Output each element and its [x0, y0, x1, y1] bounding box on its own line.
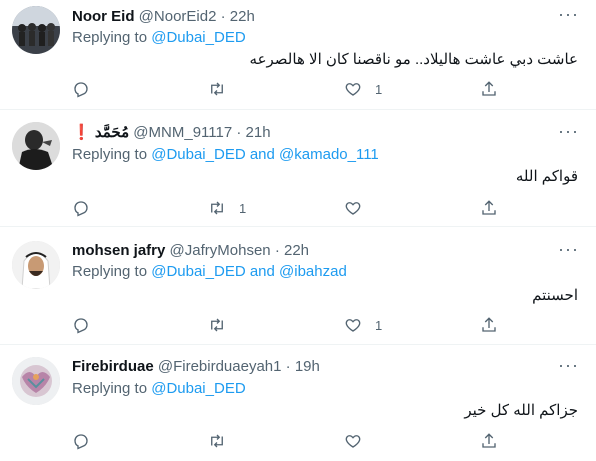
timestamp[interactable]: 19h [295, 358, 320, 375]
reply-button[interactable] [72, 431, 103, 451]
separator: · [285, 358, 291, 375]
tweet-text: قواكم الله [515, 168, 578, 185]
tweet-header: Noor Eid @NoorEid2 · 22h [72, 7, 255, 27]
share-icon [482, 317, 496, 332]
display-name[interactable]: mohsen jafry [72, 242, 165, 259]
retweet-button[interactable]: 1 [208, 198, 246, 218]
action-bar: 1 [72, 315, 512, 335]
tweet-header: ❗ مُحَمَّد @MNM_91117 · 21h [72, 123, 271, 143]
user-handle[interactable]: @NoorEid2 [139, 8, 217, 25]
heart-icon [345, 319, 361, 332]
reply-button[interactable] [72, 315, 103, 335]
mention-link[interactable]: @kamado_111 [279, 146, 379, 163]
retweet-count: 1 [239, 200, 247, 216]
action-bar: 1 [72, 198, 512, 218]
share-button[interactable] [480, 79, 498, 99]
reply-icon [74, 201, 88, 217]
tweet[interactable]: mohsen jafry @JafryMohsen · 22h ··· Repl… [0, 227, 596, 345]
retweet-icon [211, 318, 223, 332]
replying-to-label: Replying to [72, 146, 148, 163]
user-handle[interactable]: @Firebirduaeyah1 [158, 358, 282, 375]
timestamp[interactable]: 22h [230, 8, 255, 25]
separator: · [220, 8, 226, 25]
retweet-icon [211, 201, 223, 215]
share-button[interactable] [480, 315, 498, 335]
and-label: and [249, 146, 275, 163]
display-name[interactable]: Firebirduae [72, 358, 154, 375]
replying-to: Replying to @Dubai_DED [72, 28, 246, 48]
more-dots-icon[interactable]: ··· [558, 122, 578, 145]
avatar[interactable] [12, 6, 60, 54]
replying-to: Replying to @Dubai_DED and @ibahzad [72, 262, 347, 282]
tweet[interactable]: Firebirduae @Firebirduaeyah1 · 19h ··· R… [0, 345, 596, 461]
replying-to-label: Replying to [72, 380, 148, 397]
user-handle[interactable]: @MNM_91117 [133, 124, 232, 141]
reply-icon [74, 82, 88, 98]
replying-to-label: Replying to [72, 29, 148, 46]
retweet-button[interactable] [208, 431, 239, 451]
display-name[interactable]: ❗ مُحَمَّد [72, 124, 129, 141]
tweet-text: عاشت دبي عاشت هاليلاد.. مو ناقصنا كان ال… [249, 51, 578, 68]
separator: · [236, 124, 242, 141]
more-dots-icon[interactable]: ··· [558, 5, 578, 28]
retweet-icon [211, 82, 223, 96]
more-dots-icon[interactable]: ··· [558, 356, 578, 379]
heart-icon [345, 435, 361, 448]
replying-to: Replying to @Dubai_DED [72, 379, 246, 399]
user-handle[interactable]: @JafryMohsen [170, 242, 271, 259]
share-button[interactable] [480, 198, 498, 218]
and-label: and [249, 263, 275, 280]
display-name[interactable]: Noor Eid [72, 8, 135, 25]
avatar[interactable] [12, 122, 60, 170]
share-icon [482, 433, 496, 448]
mention-link[interactable]: @ibahzad [279, 263, 347, 280]
tweet[interactable]: Noor Eid @NoorEid2 · 22h ··· Replying to… [0, 0, 596, 110]
mention-link[interactable]: @Dubai_DED [151, 263, 245, 280]
like-button[interactable]: 1 [344, 315, 382, 335]
reply-button[interactable] [72, 79, 103, 99]
tweet-header: Firebirduae @Firebirduaeyah1 · 19h [72, 357, 320, 377]
share-icon [482, 200, 496, 215]
heart-icon [345, 202, 361, 215]
reply-button[interactable] [72, 198, 103, 218]
like-button[interactable] [344, 198, 375, 218]
mention-link[interactable]: @Dubai_DED [151, 146, 245, 163]
timestamp[interactable]: 22h [284, 242, 309, 259]
like-count: 1 [375, 317, 383, 333]
retweet-button[interactable] [208, 315, 239, 335]
share-icon [482, 81, 496, 96]
like-button[interactable] [344, 431, 375, 451]
share-button[interactable] [480, 431, 498, 451]
like-count: 1 [375, 81, 383, 97]
avatar[interactable] [12, 241, 60, 289]
retweet-button[interactable] [208, 79, 239, 99]
more-dots-icon[interactable]: ··· [558, 240, 578, 263]
retweet-icon [211, 434, 223, 448]
mention-link[interactable]: @Dubai_DED [151, 380, 245, 397]
tweet-header: mohsen jafry @JafryMohsen · 22h [72, 241, 309, 261]
like-button[interactable]: 1 [344, 79, 382, 99]
replying-to: Replying to @Dubai_DED and @kamado_111 [72, 145, 379, 165]
tweet-text: احسنتم [532, 287, 578, 304]
mention-link[interactable]: @Dubai_DED [151, 29, 245, 46]
heart-icon [345, 83, 361, 96]
tweet-text: جزاكم الله كل خير [464, 402, 578, 419]
replying-to-label: Replying to [72, 263, 148, 280]
reply-icon [74, 434, 88, 450]
tweet[interactable]: ❗ مُحَمَّد @MNM_91117 · 21h ··· Replying… [0, 110, 596, 227]
timestamp[interactable]: 21h [246, 124, 271, 141]
avatar[interactable] [12, 357, 60, 405]
reply-icon [74, 318, 88, 334]
separator: · [274, 242, 280, 259]
action-bar [72, 431, 512, 451]
action-bar: 1 [72, 79, 512, 99]
